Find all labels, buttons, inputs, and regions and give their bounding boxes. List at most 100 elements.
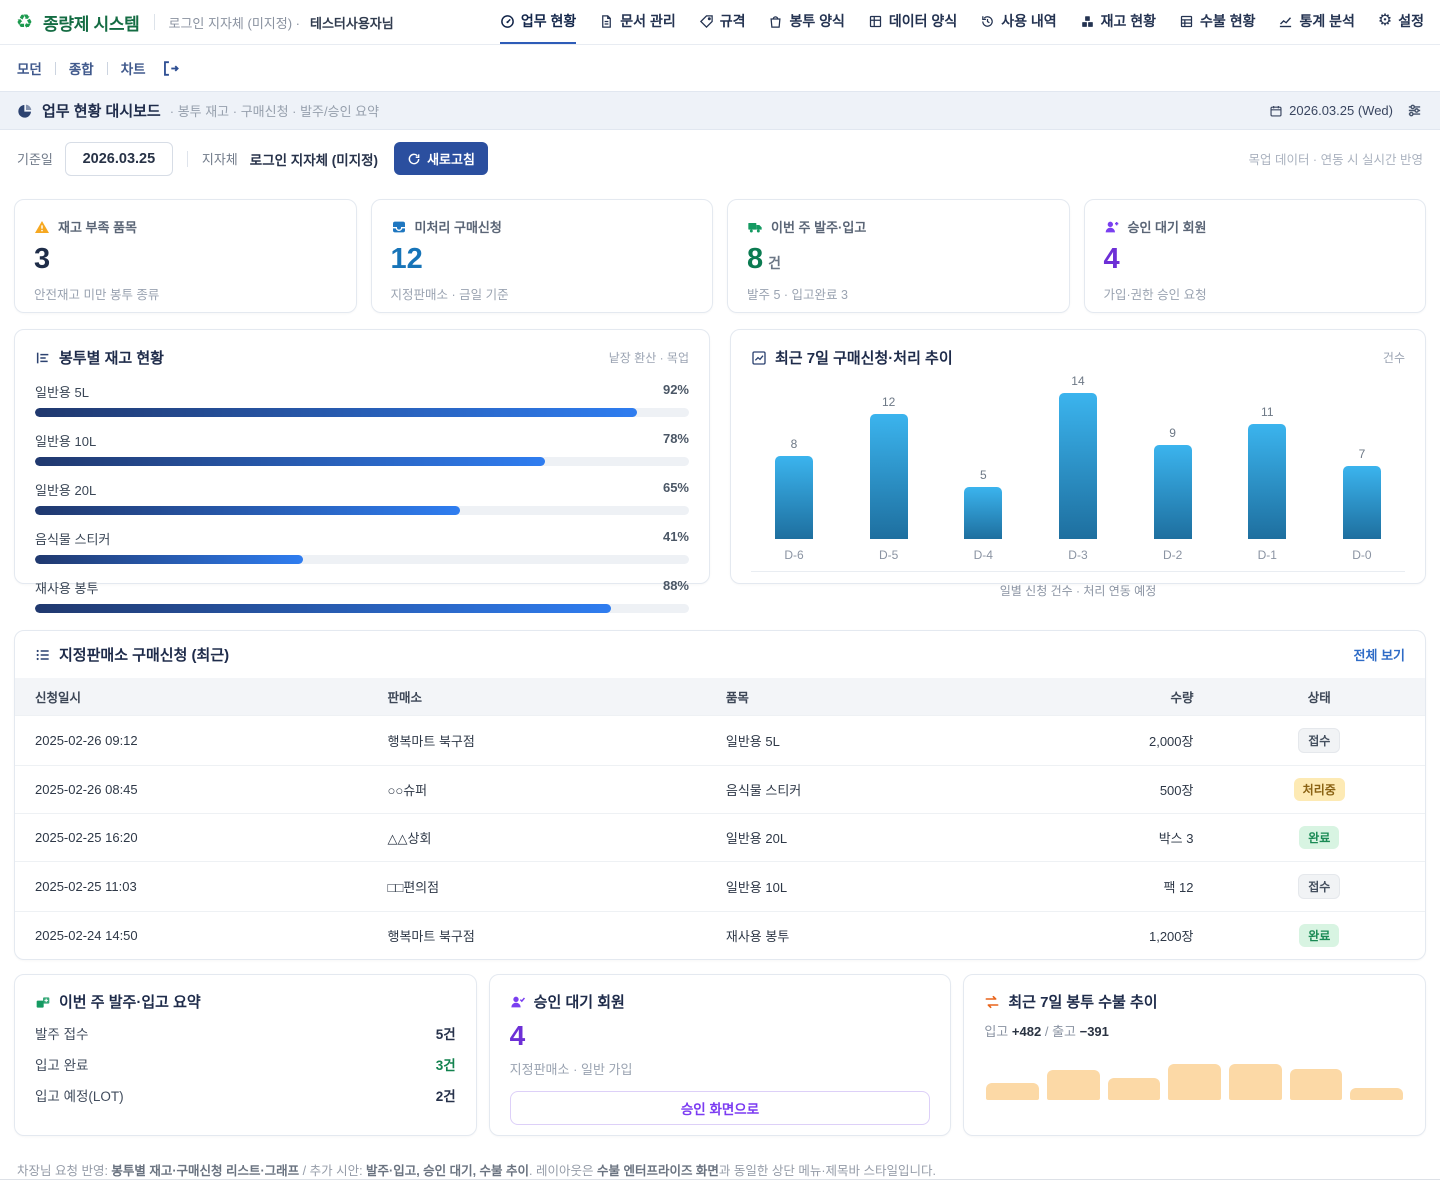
nav-item-settings[interactable]: ⚙ 설정: [1378, 0, 1424, 44]
recycle-logo-icon: ♻: [16, 13, 33, 32]
nav-item-specs[interactable]: 규격: [699, 0, 746, 44]
kpi-card-weekly-orders: 이번 주 발주·입고 8 건 발주 5 · 입고완료 3: [727, 199, 1070, 313]
main-nav: 업무 현황 문서 관리 규격 봉투 양식 데이터 양식 사용 내역 재고 현황 …: [500, 0, 1424, 44]
nav-item-bag-forms[interactable]: 봉투 양식: [768, 0, 844, 44]
inventory-row: 재사용 봉투88%: [35, 578, 689, 613]
progress-track: [35, 506, 689, 515]
subnav-link-modern[interactable]: 모던: [17, 58, 42, 78]
go-approval-button[interactable]: 승인 화면으로: [510, 1091, 931, 1125]
subnav-link-combined[interactable]: 종합: [69, 58, 94, 78]
table-row[interactable]: 2025-02-26 09:12 행복마트 북구점 일반용 5L 2,000장 …: [15, 716, 1425, 766]
kpi-value: 3: [34, 245, 337, 274]
progress-track: [35, 457, 689, 466]
nav-item-inventory-status[interactable]: 재고 현황: [1080, 0, 1156, 44]
green-boxes-icon: [35, 994, 51, 1010]
mock-data-note: 목업 데이터 · 연동 시 실시간 반영: [1248, 149, 1423, 168]
panel-title-text: 최근 7일 구매신청·처리 추이: [775, 347, 953, 368]
kpi-card-pending-requests: 미처리 구매신청 12 지정판매소 · 금일 기준: [371, 199, 714, 313]
history-icon: [980, 14, 995, 29]
table-icon: [1179, 14, 1194, 29]
summary-row: 입고 완료 3건: [35, 1054, 456, 1074]
status-badge: 완료: [1299, 924, 1339, 947]
mini-bar: [1229, 1064, 1282, 1100]
truck-icon: [747, 219, 763, 235]
approval-count: 4: [510, 1022, 931, 1050]
footer-note: 차장님 요청 반영: 봉투별 재고·구매신청 리스트·그래프 / 추가 시안: …: [0, 1136, 1440, 1179]
table-row[interactable]: 2025-02-26 08:45 ○○슈퍼 음식물 스티커 500장 처리중: [15, 766, 1425, 814]
chart-column: 11D-1: [1232, 372, 1302, 562]
nav-item-transfer-status[interactable]: 수불 현황: [1179, 0, 1255, 44]
chart-column: 14D-3: [1043, 372, 1113, 562]
gauge-icon: [500, 14, 515, 29]
kpi-sub: 지정판매소 · 금일 기준: [391, 284, 694, 303]
status-badge: 접수: [1298, 728, 1340, 753]
progress-fill: [35, 506, 460, 515]
filter-row: 기준일 지자체 로그인 지자체 (미지정) 새로고침 목업 데이터 · 연동 시…: [0, 130, 1440, 187]
nav-item-statistics[interactable]: 통계 분석: [1278, 0, 1354, 44]
chart-column: 9D-2: [1138, 372, 1208, 562]
page-title: 업무 현황 대시보드: [42, 100, 161, 121]
refresh-button[interactable]: 새로고침: [394, 142, 488, 175]
nav-item-data-forms[interactable]: 데이터 양식: [868, 0, 957, 44]
chart-column: 7D-0: [1327, 372, 1397, 562]
purchase-requests-panel: 지정판매소 구매신청 (최근) 전체 보기 신청일시 판매소 품목 수량 상태 …: [14, 630, 1426, 960]
exit-icon[interactable]: [161, 59, 180, 78]
orders-summary-panel: 이번 주 발주·입고 요약 발주 접수 5건 입고 완료 3건 입고 예정(LO…: [14, 974, 477, 1136]
header-date[interactable]: 2026.03.25 (Wed): [1269, 103, 1393, 118]
purchase-requests-table: 신청일시 판매소 품목 수량 상태 2025-02-26 09:12 행복마트 …: [15, 678, 1425, 959]
chart-bar: [1154, 445, 1192, 539]
table-row[interactable]: 2025-02-24 14:50 행복마트 북구점 재사용 봉투 1,200장 …: [15, 912, 1425, 960]
chart-caption: 일별 신청 건수 · 처리 연동 예정: [751, 582, 1405, 599]
kpi-value: 8 건: [747, 245, 1050, 274]
mini-bar: [986, 1083, 1039, 1100]
nav-item-usage-history[interactable]: 사용 내역: [980, 0, 1056, 44]
subnav-link-chart[interactable]: 차트: [121, 58, 146, 78]
col-header-status: 상태: [1213, 678, 1425, 716]
table-row[interactable]: 2025-02-25 11:03 □□편의점 일반용 10L 팩 12 접수: [15, 862, 1425, 912]
nav-item-work-status[interactable]: 업무 현황: [500, 0, 576, 44]
panel-title-text: 지정판매소 구매신청 (최근): [59, 644, 229, 665]
dashboard-title-bar: 업무 현황 대시보드 · 봉투 재고 · 구매신청 · 발주/승인 요약 202…: [0, 91, 1440, 130]
kpi-sub: 안전재고 미만 봉투 종류: [34, 284, 337, 303]
panel-title-text: 승인 대기 회원: [534, 991, 625, 1012]
kpi-card-pending-members: 승인 대기 회원 4 가입·권한 승인 요청: [1084, 199, 1427, 313]
sliders-icon[interactable]: [1406, 102, 1423, 119]
base-date-input[interactable]: [65, 142, 173, 176]
bag-icon: [768, 14, 783, 29]
progress-fill: [35, 555, 303, 564]
chart-column: 5D-4: [948, 372, 1018, 562]
summary-row: 발주 접수 5건: [35, 1023, 456, 1043]
summary-row: 입고 예정(LOT) 2건: [35, 1085, 456, 1105]
mini-bar: [1108, 1078, 1161, 1101]
view-all-link[interactable]: 전체 보기: [1354, 645, 1405, 664]
nav-item-documents[interactable]: 문서 관리: [599, 0, 675, 44]
mini-bar: [1047, 1070, 1100, 1100]
panel-title-text: 이번 주 발주·입고 요약: [59, 991, 201, 1012]
chart-bar: [1343, 466, 1381, 539]
progress-fill: [35, 408, 637, 417]
table-row[interactable]: 2025-02-25 16:20 △△상회 일반용 20L 박스 3 완료: [15, 814, 1425, 862]
out-value: −391: [1080, 1024, 1109, 1039]
base-date-label: 기준일: [17, 149, 53, 168]
kpi-sub: 발주 5 · 입고완료 3: [747, 284, 1050, 303]
kpi-row: 재고 부족 품목 3 안전재고 미만 봉투 종류 미처리 구매신청 12 지정판…: [14, 199, 1426, 313]
approval-panel: 승인 대기 회원 4 지정판매소 · 일반 가입 승인 화면으로: [489, 974, 952, 1136]
chart-bar: [870, 414, 908, 539]
document-icon: [599, 14, 614, 29]
mini-bar-chart: [984, 1062, 1405, 1100]
warning-icon: [34, 219, 50, 235]
refresh-icon: [407, 152, 421, 166]
chart-bar: [1248, 424, 1286, 539]
inventory-row: 일반용 5L92%: [35, 382, 689, 417]
mini-bar: [1290, 1069, 1343, 1101]
panel-title-text: 최근 7일 봉투 수불 추이: [1008, 991, 1157, 1012]
panel-title-text: 봉투별 재고 현황: [59, 347, 164, 368]
page-subtitle: · 봉투 재고 · 구매신청 · 발주/승인 요약: [170, 101, 379, 120]
tag-icon: [699, 14, 714, 29]
transfer-trend-panel: 최근 7일 봉투 수불 추이 입고 +482 / 출고 −391: [963, 974, 1426, 1136]
chart-line-icon: [1278, 14, 1293, 29]
chart-bar: [964, 487, 1002, 539]
progress-track: [35, 604, 689, 613]
weekly-requests-panel: 최근 7일 구매신청·처리 추이 건수 8D-6 12D-5 5D-4 14D-…: [730, 329, 1426, 584]
divider: [751, 571, 1405, 572]
